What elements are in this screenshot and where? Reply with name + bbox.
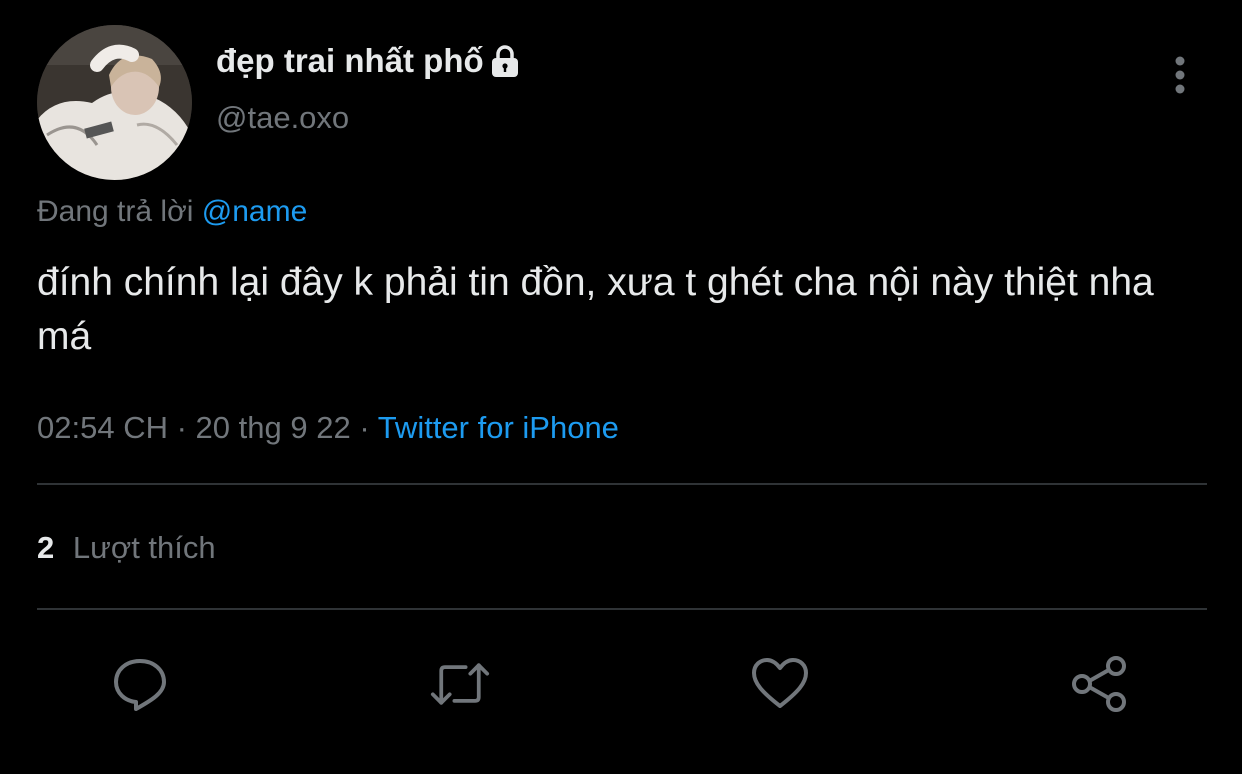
reply-button[interactable] bbox=[110, 654, 170, 714]
likes-label: Lượt thích bbox=[72, 530, 216, 565]
heart-icon bbox=[752, 658, 808, 708]
tweet-text: đính chính lại đây k phải tin đồn, xưa t… bbox=[37, 261, 1154, 358]
more-options-button[interactable] bbox=[1160, 52, 1200, 98]
replying-to: Đang trả lời @name bbox=[37, 195, 307, 229]
divider bbox=[37, 483, 1207, 485]
tweet-time[interactable]: 02:54 CH bbox=[37, 410, 168, 445]
tweet-date[interactable]: 20 thg 9 22 bbox=[196, 410, 351, 445]
avatar[interactable] bbox=[37, 25, 192, 180]
display-name-text: đẹp trai nhất phố bbox=[216, 42, 484, 79]
reply-mention-link[interactable]: @name bbox=[202, 195, 308, 228]
share-icon bbox=[1072, 656, 1126, 712]
user-handle[interactable]: @tae.oxo bbox=[216, 100, 349, 136]
retweet-icon bbox=[430, 663, 490, 705]
likes-count: 2 bbox=[37, 530, 55, 565]
display-name[interactable]: đẹp trai nhất phố bbox=[216, 40, 520, 82]
retweet-button[interactable] bbox=[430, 654, 490, 714]
like-button[interactable] bbox=[750, 654, 810, 714]
lock-icon bbox=[490, 44, 520, 78]
meta-separator: · bbox=[359, 410, 370, 445]
more-vertical-icon bbox=[1175, 56, 1185, 94]
likes-stat[interactable]: 2 Lượt thích bbox=[37, 530, 216, 566]
tweet-source-link[interactable]: Twitter for iPhone bbox=[378, 410, 619, 445]
replying-to-label: Đang trả lời bbox=[37, 195, 194, 228]
tweet-meta: 02:54 CH · 20 thg 9 22 · Twitter for iPh… bbox=[37, 410, 619, 446]
profile-photo bbox=[37, 25, 192, 180]
share-button[interactable] bbox=[1070, 654, 1130, 714]
reply-icon bbox=[114, 659, 166, 711]
meta-separator: · bbox=[176, 410, 187, 445]
divider bbox=[37, 608, 1207, 610]
